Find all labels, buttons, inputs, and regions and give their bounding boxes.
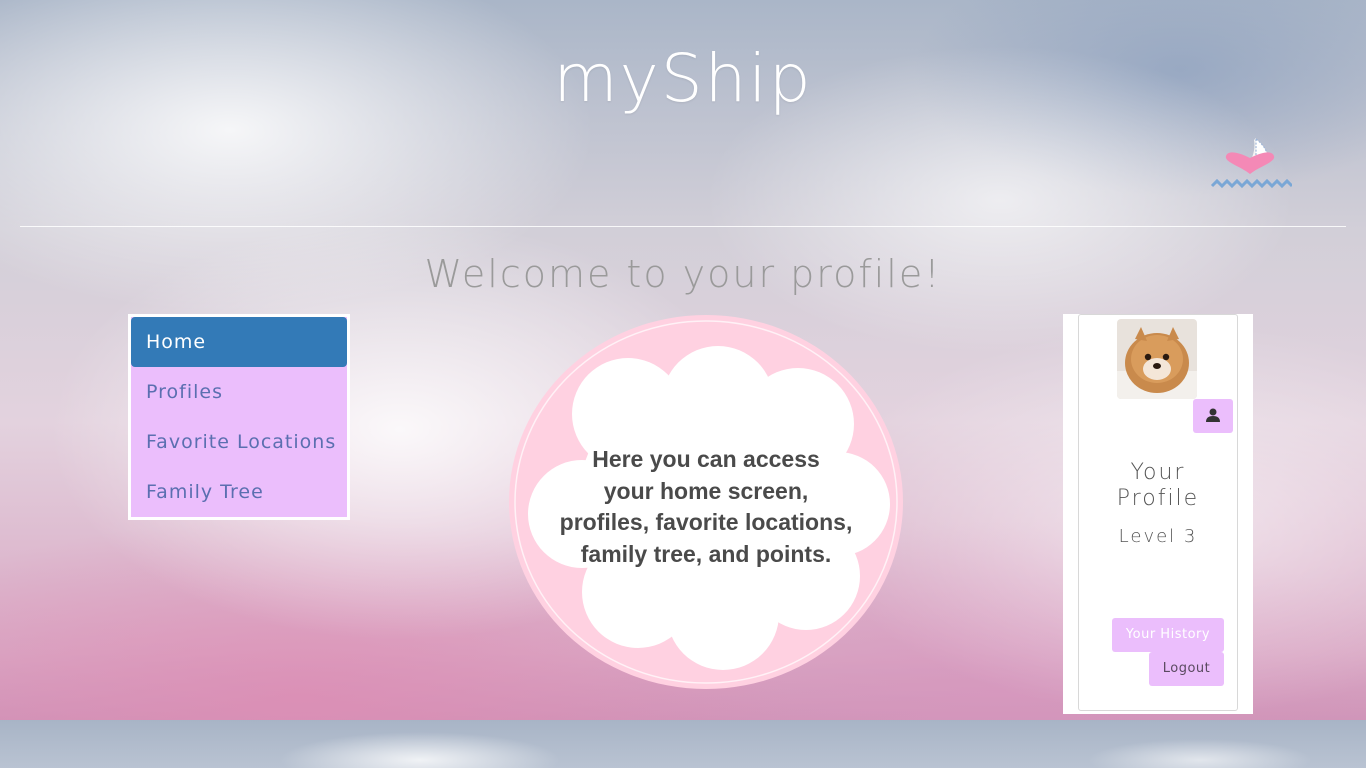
profile-panel: Your Profile Level 3 Your History Logout xyxy=(1063,314,1253,714)
profile-heading-line: Profile xyxy=(1116,486,1200,511)
bubble-line: profiles, favorite locations, xyxy=(559,509,853,535)
info-bubble: Here you can access your home screen, pr… xyxy=(508,314,904,690)
bubble-text: Here you can access your home screen, pr… xyxy=(548,444,864,570)
profile-heading: Your Profile xyxy=(1063,460,1253,512)
your-history-button[interactable]: Your History xyxy=(1112,618,1224,652)
bubble-line: Here you can access xyxy=(592,446,820,472)
brand-title[interactable]: myShip xyxy=(0,40,1366,117)
nav-item-profiles[interactable]: Profiles xyxy=(131,367,347,417)
user-icon xyxy=(1206,408,1220,422)
user-button[interactable] xyxy=(1193,399,1233,433)
nav-item-favorite-locations[interactable]: Favorite Locations xyxy=(131,417,347,467)
header-divider xyxy=(20,226,1346,227)
profile-heading-line: Your xyxy=(1130,460,1186,485)
background-strip xyxy=(0,720,1366,768)
heart-sailboat-logo[interactable] xyxy=(1210,136,1292,192)
logout-button[interactable]: Logout xyxy=(1149,652,1224,686)
bubble-line: family tree, and points. xyxy=(580,540,832,567)
nav-item-family-tree[interactable]: Family Tree xyxy=(131,467,347,517)
bubble-line: your home screen, xyxy=(603,477,809,504)
nav-item-home[interactable]: Home xyxy=(131,317,347,367)
profile-level: Level 3 xyxy=(1118,526,1198,547)
page-title: Welcome to your profile! xyxy=(424,252,942,296)
avatar[interactable] xyxy=(1117,319,1197,399)
side-nav: Home Profiles Favorite Locations Family … xyxy=(128,314,350,520)
